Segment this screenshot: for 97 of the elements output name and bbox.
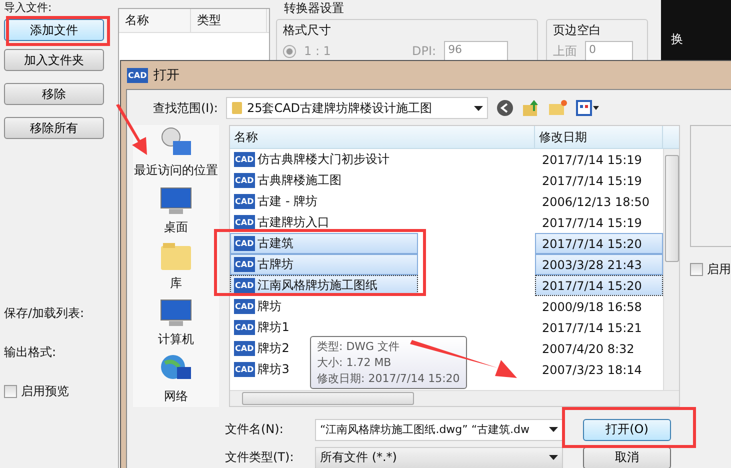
dark-panel-text: 换	[671, 31, 683, 48]
file-name: 古建 - 牌坊	[258, 193, 318, 210]
caret-icon	[549, 455, 558, 460]
dpi-dropdown[interactable]: 96	[444, 41, 508, 61]
place-label[interactable]: 桌面	[164, 218, 188, 236]
file-name: 古建牌坊入口	[258, 214, 330, 231]
vertical-scrollbar[interactable]	[663, 149, 679, 390]
look-in-dropdown[interactable]: 25套CAD古建牌坊牌楼设计施工图	[226, 97, 488, 119]
tooltip-line: 大小: 1.72 MB	[317, 355, 392, 370]
cad-file-icon: CAD	[234, 341, 255, 356]
file-date: 2007/3/23 18:14	[541, 362, 643, 378]
file-name: 仿古典牌楼大门初步设计	[258, 151, 390, 168]
up-folder-icon[interactable]	[522, 99, 540, 117]
file-name-cell[interactable]: CAD 古建 - 牌坊	[230, 191, 319, 212]
folder-icon	[230, 101, 243, 115]
caret-icon	[549, 427, 558, 432]
file-name-cell[interactable]: CAD 牌坊3	[230, 359, 290, 380]
file-name: 江南风格牌坊施工图纸	[258, 277, 378, 294]
filename-label: 文件名(N):	[225, 421, 284, 438]
cad-file-icon: CAD	[234, 236, 255, 251]
annotation-arrow	[114, 104, 150, 156]
column-header[interactable]: 类型	[191, 9, 267, 32]
file-name-cell[interactable]: CAD 古牌坊	[230, 254, 418, 275]
cad-file-icon: CAD	[234, 278, 255, 293]
cad-file-icon: CAD	[234, 215, 255, 230]
file-date: 2003/3/28 21:43	[535, 254, 663, 275]
file-type-label: 文件类型(T):	[225, 449, 295, 466]
place-label[interactable]: 计算机	[158, 331, 194, 348]
enable-label: 启用	[707, 261, 731, 278]
cancel-button[interactable]: 取消	[583, 446, 671, 468]
file-date: 2017/7/14 15:21	[541, 320, 643, 336]
enable-preview-label: 启用预览	[21, 383, 69, 400]
radio-button[interactable]	[283, 44, 296, 58]
view-menu-icon[interactable]	[576, 100, 600, 116]
file-date: 2017/7/14 15:20	[535, 233, 663, 254]
panel-button[interactable]: 添加文件	[4, 19, 104, 41]
horizontal-scrollbar[interactable]	[230, 390, 679, 406]
column-header[interactable]: 修改日期	[535, 126, 663, 148]
file-date: 2017/7/14 15:19	[541, 172, 643, 190]
new-folder-icon[interactable]	[548, 99, 568, 117]
cad-file-icon: CAD	[234, 257, 255, 272]
output-format-label: 输出格式:	[4, 344, 58, 361]
caret-icon	[474, 106, 483, 110]
cad-file-icon: CAD	[127, 68, 148, 82]
cad-file-icon: CAD	[234, 194, 255, 209]
cad-file-icon: CAD	[234, 173, 255, 188]
file-name-cell[interactable]: CAD 古典牌楼施工图	[230, 170, 343, 191]
dialog-title: 打开	[154, 67, 180, 84]
look-in-label: 查找范围(I):	[153, 100, 218, 116]
file-name-cell[interactable]: CAD 牌坊1	[230, 317, 290, 338]
file-date: 2017/7/14 15:20	[535, 275, 663, 296]
file-name: 牌坊2	[258, 340, 290, 357]
file-name: 古典牌楼施工图	[258, 172, 342, 189]
cad-file-icon: CAD	[234, 299, 255, 314]
file-name-cell[interactable]: CAD 仿古典牌楼大门初步设计	[230, 149, 391, 170]
column-header[interactable]: 名称	[119, 9, 191, 32]
tooltip-line: 类型: DWG 文件	[317, 339, 401, 354]
file-name: 牌坊	[258, 298, 282, 315]
file-date: 2000/9/18 16:58	[541, 298, 643, 316]
filename-field[interactable]: “江南风格牌坊施工图纸.dwg” “古建筑.dw	[315, 418, 563, 440]
file-date: 2006/12/13 18:50	[541, 194, 651, 210]
margin-label: 页边空白	[553, 22, 602, 39]
file-name-cell[interactable]: CAD 古建筑	[230, 233, 418, 254]
column-header[interactable]: 名称	[230, 126, 535, 148]
place-label[interactable]: 最近访问的位置	[134, 162, 218, 180]
file-name: 牌坊3	[258, 361, 290, 378]
top-margin-label: 上面	[553, 42, 577, 60]
file-date: 2017/7/14 15:19	[541, 214, 643, 232]
file-name-cell[interactable]: CAD 牌坊	[230, 296, 283, 317]
tooltip-line: 修改日期: 2017/7/14 15:20	[317, 371, 460, 386]
file-name: 古建筑	[258, 235, 294, 252]
panel-button[interactable]: 移除所有	[4, 117, 104, 139]
place-label[interactable]: 网络	[164, 388, 188, 405]
ratio-label: 1 : 1	[304, 44, 332, 58]
save-load-list-label: 保存/加载列表:	[4, 305, 86, 322]
cad-file-icon: CAD	[234, 362, 255, 377]
file-name: 牌坊1	[258, 319, 290, 336]
file-type-dropdown[interactable]: 所有文件 (*.*)	[315, 446, 563, 468]
file-name-cell[interactable]: CAD 古建牌坊入口	[230, 212, 331, 233]
checkbox[interactable]	[4, 385, 17, 398]
panel-button[interactable]: 移除	[4, 83, 104, 105]
dpi-label: DPI:	[412, 44, 436, 58]
cad-file-icon: CAD	[234, 152, 255, 167]
file-date: 2017/7/14 15:19	[541, 152, 643, 168]
library-folder-icon	[159, 240, 193, 272]
open-button[interactable]: 打开(O)	[583, 418, 671, 440]
file-name: 古牌坊	[258, 256, 294, 273]
import-files-label: 导入文件:	[4, 0, 53, 15]
top-margin-field[interactable]: 0	[585, 41, 633, 61]
converter-settings-label: 转换器设置	[284, 0, 345, 17]
checkbox[interactable]	[690, 263, 703, 276]
place-label[interactable]: 库	[170, 275, 182, 292]
format-size-label: 格式尺寸	[283, 22, 332, 39]
cad-file-icon: CAD	[234, 320, 255, 335]
file-date: 2007/4/20 8:32	[541, 340, 636, 358]
file-name-cell[interactable]: CAD 牌坊2	[230, 338, 290, 359]
panel-button[interactable]: 加入文件夹	[4, 49, 104, 71]
